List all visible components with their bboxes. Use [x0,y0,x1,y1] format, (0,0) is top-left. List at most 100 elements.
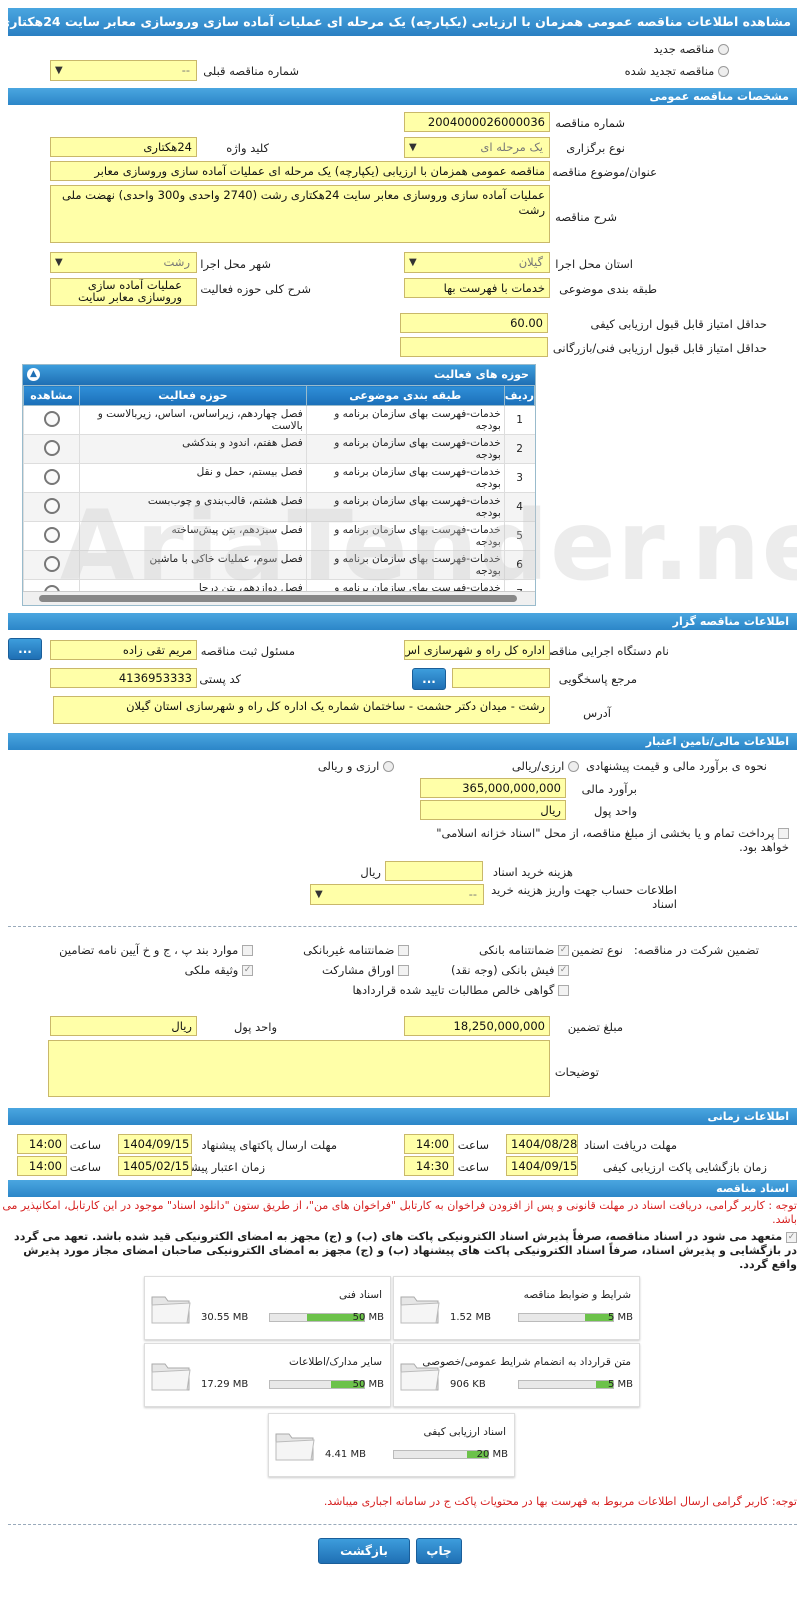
postal-field[interactable]: 4136953333 [50,668,197,688]
magnifier-icon[interactable] [43,526,60,543]
activities-title: حوزه های فعالیت [434,368,529,381]
send-time-field[interactable]: 14:00 [17,1134,67,1154]
document-card[interactable]: سایر مدارک/اطلاعات 50 MB 17.29 MB [144,1343,391,1407]
radio-renewed-tender[interactable]: مناقصه تجدید شده [625,64,729,78]
collapse-icon[interactable]: ▲ [27,368,40,381]
radio-icon[interactable] [718,44,729,55]
radio-icon[interactable] [568,761,579,772]
category-field[interactable]: خدمات با فهرست بها [404,278,550,298]
receive-time-field[interactable]: 14:00 [404,1134,454,1154]
org-field[interactable]: اداره کل راه و شهرسازی اس [404,640,550,660]
valid-date-field[interactable]: 1405/02/15 [118,1156,192,1176]
table-row[interactable]: 1 خدمات-فهرست بهای سازمان برنامه و بودجه ف… [23,405,535,435]
document-name: متن قرارداد به انضمام شرایط عمومی/خصوصی [422,1356,631,1368]
horizontal-scrollbar[interactable] [23,591,535,605]
table-row[interactable]: 3 خدمات-فهرست بهای سازمان برنامه و بودجه ف… [23,463,535,493]
view-cell[interactable] [23,405,80,435]
table-row[interactable]: 4 خدمات-فهرست بهای سازمان برنامه و بودجه ف… [23,492,535,522]
view-cell[interactable] [23,434,80,464]
opt-regulation-items[interactable]: موارد بند پ ، ج و خ آیین نامه تضامین [59,943,253,957]
checkbox-icon[interactable]: ✓ [786,1231,797,1243]
radio-icon[interactable] [718,66,729,77]
checkbox-icon[interactable] [558,985,569,996]
notes-textarea[interactable] [48,1040,550,1097]
treasury-option[interactable]: پرداخت تمام و یا بخشی از مبلغ مناقصه، از… [419,826,789,854]
guarantee-amount-field[interactable]: 18,250,000,000 [404,1016,550,1036]
checkbox-icon[interactable]: ✓ [558,965,569,976]
min-tech-field[interactable] [400,337,548,357]
radio-rial[interactable]: ارزی/ریالی [512,759,579,773]
estimate-field[interactable]: 365,000,000,000 [420,778,566,798]
table-row[interactable]: 2 خدمات-فهرست بهای سازمان برنامه و بودجه ف… [23,434,535,464]
doc-fee-unit: ریال [360,865,381,879]
divider [8,1524,797,1525]
type-select[interactable]: یک مرحله ای ▼ [404,137,550,158]
address-field[interactable]: رشت - میدان دکتر حشمت - ساختمان شماره یک… [53,696,550,724]
guarantee-currency-field[interactable]: ریال [50,1016,197,1036]
send-date-field[interactable]: 1404/09/15 [118,1134,192,1154]
scroll-thumb[interactable] [39,595,517,602]
prev-tender-select[interactable]: -- ▼ [50,60,197,81]
magnifier-icon[interactable] [43,410,60,427]
document-card[interactable]: اسناد فنی 50 MB 30.55 MB [144,1276,391,1340]
folder-icon [400,1296,440,1324]
radio-both[interactable]: ارزی و ریالی [318,759,394,773]
view-cell[interactable] [23,550,80,580]
subject-field[interactable]: مناقصه عمومی همزمان با ارزیابی (یکپارچه)… [50,161,550,181]
checkbox-icon[interactable]: ✓ [242,965,253,976]
province-select[interactable]: گیلان ▼ [404,252,550,273]
document-card[interactable]: شرایط و ضوابط مناقصه 5 MB 1.52 MB [393,1276,640,1340]
radio-icon[interactable] [383,761,394,772]
back-button[interactable]: بازگشت [318,1538,410,1564]
ref-lookup-button[interactable]: ... [412,668,446,690]
print-button[interactable]: چاپ [416,1538,462,1564]
activities-panel: حوزه های فعالیت ▲ ردیف طبقه بندی موضوعی … [22,364,536,606]
table-row[interactable]: 5 خدمات-فهرست بهای سازمان برنامه و بودجه ف… [23,521,535,551]
checkbox-icon[interactable]: ✓ [558,945,569,956]
checkbox-icon[interactable] [242,945,253,956]
opt-property-collateral[interactable]: ✓ وثیقه ملکی [185,963,253,977]
opt-cash-receipt[interactable]: ✓ فیش بانکی (وجه نقد) [451,963,569,977]
doc-fee-field[interactable] [385,861,483,881]
tender-no-field[interactable]: 2004000026000036 [404,112,550,132]
notes-label: توضیحات [554,1065,599,1079]
magnifier-icon[interactable] [43,439,60,456]
city-select[interactable]: رشت ▼ [50,252,197,273]
view-cell[interactable] [23,521,80,551]
receive-date-field[interactable]: 1404/08/28 [506,1134,578,1154]
table-row[interactable]: 6 خدمات-فهرست بهای سازمان برنامه و بودجه ف… [23,550,535,580]
checkbox-icon[interactable] [398,945,409,956]
valid-time-field[interactable]: 14:00 [17,1156,67,1176]
e-signature-commit[interactable]: ✓ متعهد می شود در اسناد مناقصه، صرفاً پذ… [0,1230,797,1272]
opt-nonbank-guarantee[interactable]: ضمانتنامه غیربانکی [303,943,409,957]
row-field: فصل هفتم، اندود و بندکشی [79,434,307,464]
account-select[interactable]: -- ▼ [310,884,484,905]
type-label: نوع برگزاری [566,141,625,155]
document-card[interactable]: اسناد ارزیابی کیفی 20 MB 4.41 MB [268,1413,515,1477]
ref-field[interactable] [452,668,550,688]
activity-field[interactable]: عملیات آماده سازی وروسازی معابر سایت [50,278,197,306]
download-notice: توجه : کاربر گرامی، دریافت اسناد در مهلت… [2,1199,797,1226]
type-value: یک مرحله ای [480,140,543,154]
officer-field[interactable]: مریم تقی زاده [50,640,197,660]
desc-textarea[interactable]: عملیات آماده سازی وروسازی معابر سایت 24ه… [50,185,550,243]
open-time-field[interactable]: 14:30 [404,1156,454,1176]
radio-new-tender[interactable]: مناقصه جدید [654,42,729,56]
open-date-field[interactable]: 1404/09/15 [506,1156,578,1176]
view-cell[interactable] [23,463,80,493]
officer-lookup-button[interactable]: ... [8,638,42,660]
checkbox-icon[interactable] [398,965,409,976]
currency-field[interactable]: ریال [420,800,566,820]
checkbox-icon[interactable] [778,828,789,839]
document-card[interactable]: متن قرارداد به انضمام شرایط عمومی/خصوصی 5… [393,1343,640,1407]
opt-bank-guarantee[interactable]: ✓ ضمانتنامه بانکی [479,943,569,957]
section-organizer-header: اطلاعات مناقصه گزار [8,613,797,630]
magnifier-icon[interactable] [43,555,60,572]
view-cell[interactable] [23,492,80,522]
magnifier-icon[interactable] [43,497,60,514]
magnifier-icon[interactable] [43,468,60,485]
keyword-field[interactable]: 24هکتاری [50,137,197,157]
opt-receivables-cert[interactable]: گواهی خالص مطالبات تایید شده قراردادها [352,983,569,997]
opt-bonds[interactable]: اوراق مشارکت [322,963,409,977]
min-quality-field[interactable]: 60.00 [400,313,548,333]
